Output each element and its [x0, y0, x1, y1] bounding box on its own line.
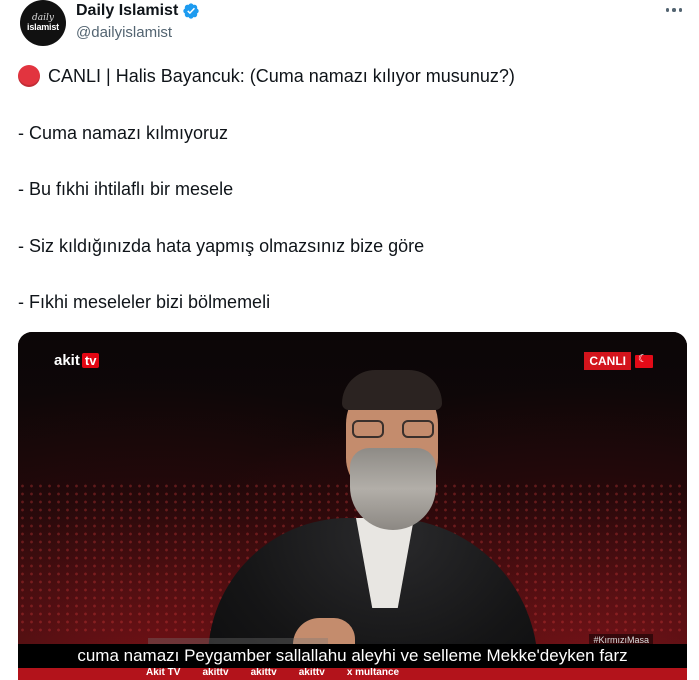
speaker-glasses: [352, 420, 434, 440]
tweet-line: - Siz kıldığınızda hata yapmış olmazsını…: [18, 236, 425, 256]
verified-badge-icon: [183, 3, 199, 19]
social-handle: Akit TV: [146, 668, 181, 678]
handle[interactable]: @dailyislamist: [76, 24, 172, 41]
more-options-icon[interactable]: [662, 0, 686, 20]
social-handle: x multance: [346, 668, 400, 678]
tweet-line: CANLI | Halis Bayancuk: (Cuma namazı kıl…: [48, 66, 515, 86]
channel-logo-text: akit: [54, 352, 80, 369]
speaker-hair: [342, 370, 442, 410]
social-handle: akittv: [298, 668, 325, 678]
channel-logo: akit tv: [54, 352, 100, 369]
avatar-text-top: daily: [32, 13, 54, 23]
red-circle-icon: [18, 65, 40, 87]
tweet-line: - Fıkhi meseleler bizi bölmemeli: [18, 292, 271, 312]
tweet-header: daily islamist Daily Islamist @dailyisla…: [20, 0, 690, 52]
speaker: [208, 368, 538, 680]
live-badge-text: CANLI: [584, 352, 631, 370]
subtitle-bar: cuma namazı Peygamber sallallahu aleyhi …: [18, 644, 687, 668]
tweet-line: - Bu fıkhi ihtilaflı bir mesele: [18, 179, 234, 199]
channel-logo-tv: tv: [81, 353, 100, 368]
tweet-line-headline: CANLI | Halis Bayancuk: (Cuma namazı kıl…: [18, 64, 515, 88]
turkish-flag-icon: [635, 352, 653, 368]
speaker-beard: [350, 448, 436, 530]
live-badge: CANLI: [584, 352, 653, 370]
tweet-line: - Cuma namazı kılmıyoruz: [18, 123, 229, 143]
subtitle-text: cuma namazı Peygamber sallallahu aleyhi …: [77, 646, 628, 665]
avatar-text-bottom: islamist: [27, 22, 59, 32]
display-name[interactable]: Daily Islamist: [76, 2, 178, 20]
social-handle: akittv: [202, 668, 229, 678]
social-handles-bar: Akit TV akittv akittv akittv x multance: [18, 668, 687, 680]
tweet-video[interactable]: akit tv CANLI #KırmızıMasa cuma namazı P…: [18, 332, 687, 680]
social-handle: akittv: [250, 668, 277, 678]
name-row: Daily Islamist: [76, 2, 200, 20]
avatar[interactable]: daily islamist: [20, 0, 66, 46]
